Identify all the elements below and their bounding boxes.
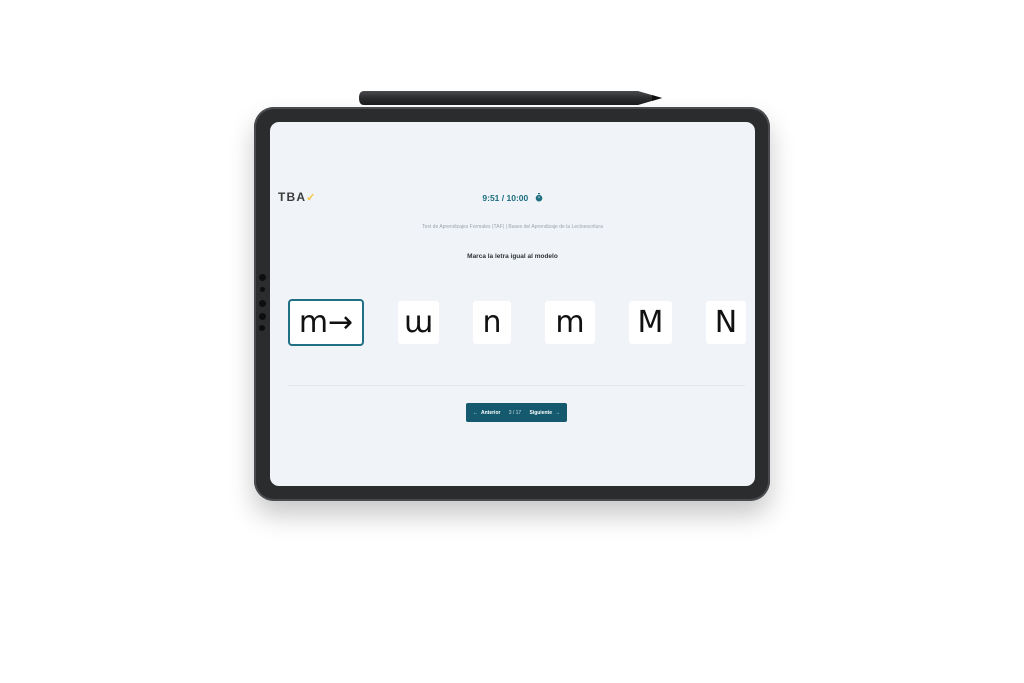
divider (288, 385, 745, 386)
option-card-1[interactable]: ɯ (398, 301, 439, 344)
stopwatch-icon (535, 193, 542, 202)
pagination-bar: ← Anterior 3 / 17 Siguiente → (466, 403, 567, 422)
camera-dot (259, 313, 266, 320)
option-letter: ɯ (403, 305, 434, 340)
app-screen: TBA✓ 9:51 / 10:00 Test de Aprendizajes F… (270, 122, 755, 486)
previous-button[interactable]: ← Anterior (473, 410, 500, 416)
camera-dot (259, 300, 266, 307)
camera-dot (259, 274, 266, 281)
option-card-4[interactable]: M (629, 301, 672, 344)
option-letter: N (714, 305, 738, 340)
option-letter: n (482, 305, 502, 340)
next-label: Siguiente (529, 409, 552, 416)
option-card-5[interactable]: N (706, 301, 746, 344)
sensor-dot (260, 287, 265, 292)
instruction-text: Marca la letra igual al modelo (467, 253, 558, 260)
stylus-pencil (359, 91, 662, 105)
option-card-3[interactable]: m (545, 301, 595, 344)
timer-text: 9:51 / 10:00 (482, 193, 529, 203)
model-letter-card: m→ (288, 299, 364, 346)
timer: 9:51 / 10:00 (270, 193, 755, 203)
option-letter: m (555, 305, 585, 340)
option-letter: M (637, 305, 664, 340)
option-card-2[interactable]: n (473, 301, 511, 344)
sensor-dot (259, 325, 265, 331)
test-subtitle: Test de Aprendizajes Formales (TAF) | Ba… (422, 224, 603, 230)
previous-label: Anterior (481, 409, 501, 416)
next-button[interactable]: Siguiente → (529, 410, 560, 416)
page-counter: 3 / 17 (508, 409, 522, 416)
arrow-left-icon: ← (473, 409, 478, 416)
arrow-right-icon: → (554, 409, 560, 416)
model-letter: m→ (298, 305, 354, 340)
